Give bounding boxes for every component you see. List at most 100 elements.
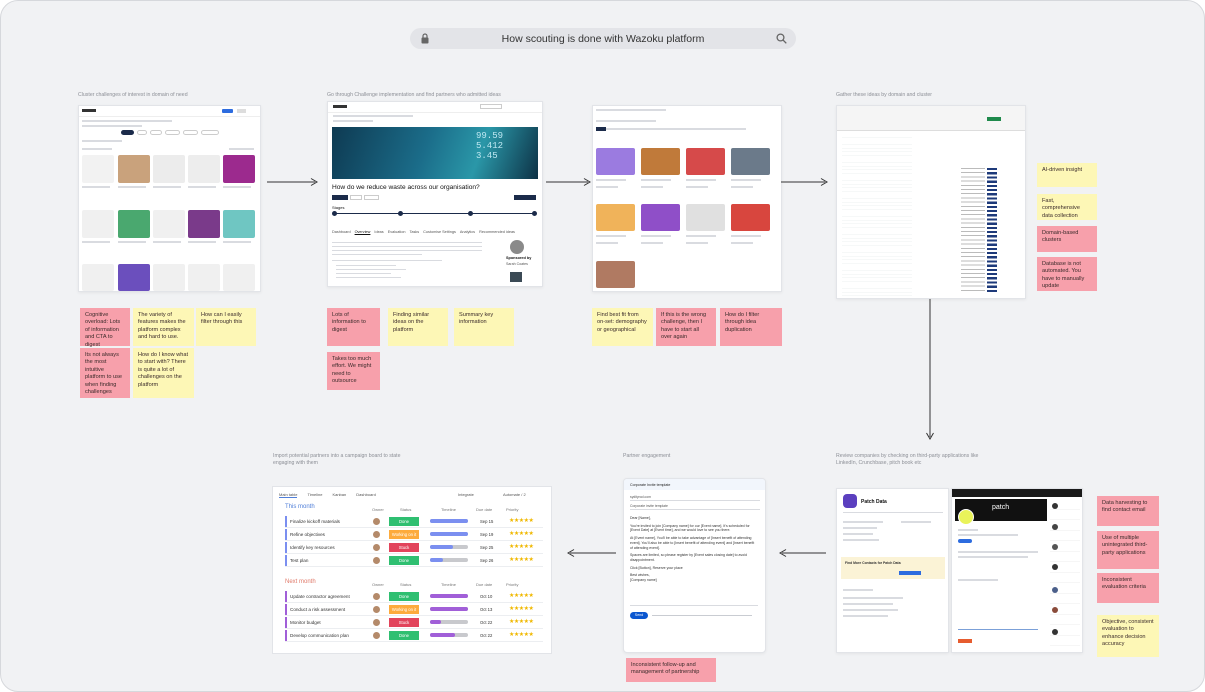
- email-paragraph-4: Click [Button], Reserve your place: [630, 565, 683, 570]
- priority-stars[interactable]: ★★★★★: [509, 517, 534, 524]
- table-row[interactable]: Develop communication plan Done Oct 22 ★★★★…: [285, 630, 543, 642]
- status-badge[interactable]: Working on it: [389, 530, 419, 539]
- table-row[interactable]: Identify key resources Stuck Sep 25 ★★★★★: [285, 542, 543, 554]
- status-badge[interactable]: Done: [389, 517, 419, 526]
- owner-avatar[interactable]: [373, 557, 380, 564]
- caption-step-2: Go through Challenge implementation and …: [327, 92, 501, 98]
- priority-stars[interactable]: ★★★★★: [509, 556, 534, 563]
- table-row[interactable]: Test plan Done Sep 26 ★★★★★: [285, 555, 543, 567]
- timeline-bar[interactable]: [430, 607, 468, 611]
- integrate-button[interactable]: Integrate: [458, 492, 474, 497]
- task-name[interactable]: Finalize kickoff materials: [290, 519, 340, 524]
- tab-tasks[interactable]: Tasks: [409, 230, 419, 234]
- journey-map-canvas: How scouting is done with Wazoku platfor…: [0, 0, 1205, 692]
- note-inconsistent-follow-up: Inconsistent follow-up and management of…: [626, 658, 716, 682]
- title-search-bar[interactable]: How scouting is done with Wazoku platfor…: [410, 28, 796, 49]
- column-status-2: Status: [400, 582, 412, 587]
- owner-avatar[interactable]: [373, 593, 380, 600]
- tab-dashboard[interactable]: Dashboard: [356, 492, 376, 498]
- task-name[interactable]: Develop communication plan: [290, 633, 349, 638]
- timeline-bar[interactable]: [430, 519, 468, 523]
- priority-stars[interactable]: ★★★★★: [509, 605, 534, 612]
- tab-customise-settings[interactable]: Customise Settings: [423, 230, 456, 234]
- tab-recommended-ideas[interactable]: Recommended ideas: [479, 230, 515, 234]
- task-name[interactable]: Monitor budget: [290, 620, 321, 625]
- table-row[interactable]: Finalize kickoff materials Done Sep 15 ★★★★…: [285, 516, 543, 528]
- group-color-edge: [285, 542, 287, 553]
- task-name[interactable]: Refine objectives: [290, 532, 325, 537]
- timeline-bar[interactable]: [430, 558, 468, 562]
- status-badge[interactable]: Done: [389, 556, 419, 565]
- priority-stars[interactable]: ★★★★★: [509, 543, 534, 550]
- priority-stars[interactable]: ★★★★★: [509, 631, 534, 638]
- table-row[interactable]: Refine objectives Working on it Sep 19 ★★★★…: [285, 529, 543, 541]
- status-badge[interactable]: Stuck: [389, 618, 419, 627]
- owner-avatar[interactable]: [373, 544, 380, 551]
- task-name[interactable]: Identify key resources: [290, 545, 335, 550]
- find-more-contacts: Find More Contacts for Patch Data: [845, 561, 901, 565]
- timeline-bar[interactable]: [430, 594, 468, 598]
- timeline-fill: [430, 519, 468, 523]
- status-badge[interactable]: Done: [389, 631, 419, 640]
- send-button[interactable]: Send: [630, 612, 648, 619]
- priority-stars[interactable]: ★★★★★: [509, 618, 534, 625]
- email-to[interactable]: sydityrod.com: [630, 495, 651, 499]
- due-date[interactable]: Sep 15: [480, 519, 493, 524]
- tab-evaluation[interactable]: Evaluation: [388, 230, 406, 234]
- email-subject[interactable]: Corporate invite template: [630, 504, 668, 508]
- due-date[interactable]: Sep 19: [480, 532, 493, 537]
- company-name: Patch Data: [861, 499, 887, 505]
- note-data-harvesting: Data harvesting to find contact email: [1097, 496, 1159, 526]
- tab-ideas[interactable]: Ideas: [374, 230, 383, 234]
- due-date[interactable]: Oct 10: [480, 594, 492, 599]
- column-status: Status: [400, 507, 412, 512]
- task-name[interactable]: Conduct a risk assessment: [290, 607, 345, 612]
- tab-overview[interactable]: Overview: [355, 230, 371, 234]
- status-badge[interactable]: Stuck: [389, 543, 419, 552]
- owner-avatar[interactable]: [373, 619, 380, 626]
- owner-avatar[interactable]: [373, 606, 380, 613]
- arrow-step2-to-step3: [546, 178, 591, 186]
- task-name[interactable]: Update contractor agreement: [290, 594, 350, 599]
- tab-dashboard[interactable]: Dashboard: [332, 230, 351, 234]
- tab-kanban[interactable]: Kanban: [332, 492, 346, 498]
- search-icon[interactable]: [776, 33, 787, 44]
- automate-button[interactable]: Automate / 2: [503, 492, 526, 497]
- status-badge[interactable]: Done: [389, 592, 419, 601]
- group-next-month[interactable]: Next month: [285, 579, 316, 585]
- timeline-fill: [430, 545, 453, 549]
- table-row[interactable]: Update contractor agreement Done Oct 10 ★★★…: [285, 591, 543, 603]
- sponsor-avatar: [510, 240, 524, 254]
- due-date[interactable]: Oct 13: [480, 607, 492, 612]
- email-paragraph-1: You're invited to join [Company name] fo…: [630, 523, 750, 533]
- owner-avatar[interactable]: [373, 518, 380, 525]
- timeline-bar[interactable]: [430, 545, 468, 549]
- due-date[interactable]: Sep 25: [480, 545, 493, 550]
- timeline-bar[interactable]: [430, 532, 468, 536]
- email-body[interactable]: Dear [Name], You're invited to join [Com…: [630, 516, 758, 583]
- table-row[interactable]: Conduct a risk assessment Working on it Oc…: [285, 604, 543, 616]
- status-badge[interactable]: Working on it: [389, 605, 419, 614]
- group-this-month[interactable]: This month: [285, 504, 315, 510]
- due-date[interactable]: Oct 22: [480, 633, 492, 638]
- task-name[interactable]: Test plan: [290, 558, 308, 563]
- column-timeline-2: Timeline: [441, 582, 456, 587]
- timeline-bar[interactable]: [430, 633, 468, 637]
- owner-avatar[interactable]: [373, 632, 380, 639]
- due-date[interactable]: Oct 22: [480, 620, 492, 625]
- priority-stars[interactable]: ★★★★★: [509, 530, 534, 537]
- tab-analytics[interactable]: Analytics: [460, 230, 475, 234]
- due-date[interactable]: Sep 26: [480, 558, 493, 563]
- caption-step-6: Import potential partners into a campaig…: [273, 453, 401, 467]
- tab-main-table[interactable]: Main table: [279, 492, 298, 498]
- timeline-bar[interactable]: [430, 620, 468, 624]
- caption-step-1: Cluster challenges of interest in domain…: [78, 92, 188, 98]
- tab-timeline[interactable]: Timeline: [307, 492, 322, 498]
- column-owner: Owner: [372, 507, 384, 512]
- screenshot-company-profile: Patch Data Find More Contacts for Patch …: [836, 488, 949, 653]
- note-unintegrated-apps: Use of multiple unintegrated third-party…: [1097, 531, 1159, 569]
- priority-stars[interactable]: ★★★★★: [509, 592, 534, 599]
- table-row[interactable]: Monitor budget Stuck Oct 22 ★★★★★: [285, 617, 543, 629]
- owner-avatar[interactable]: [373, 531, 380, 538]
- column-due-date: Due date: [476, 507, 493, 512]
